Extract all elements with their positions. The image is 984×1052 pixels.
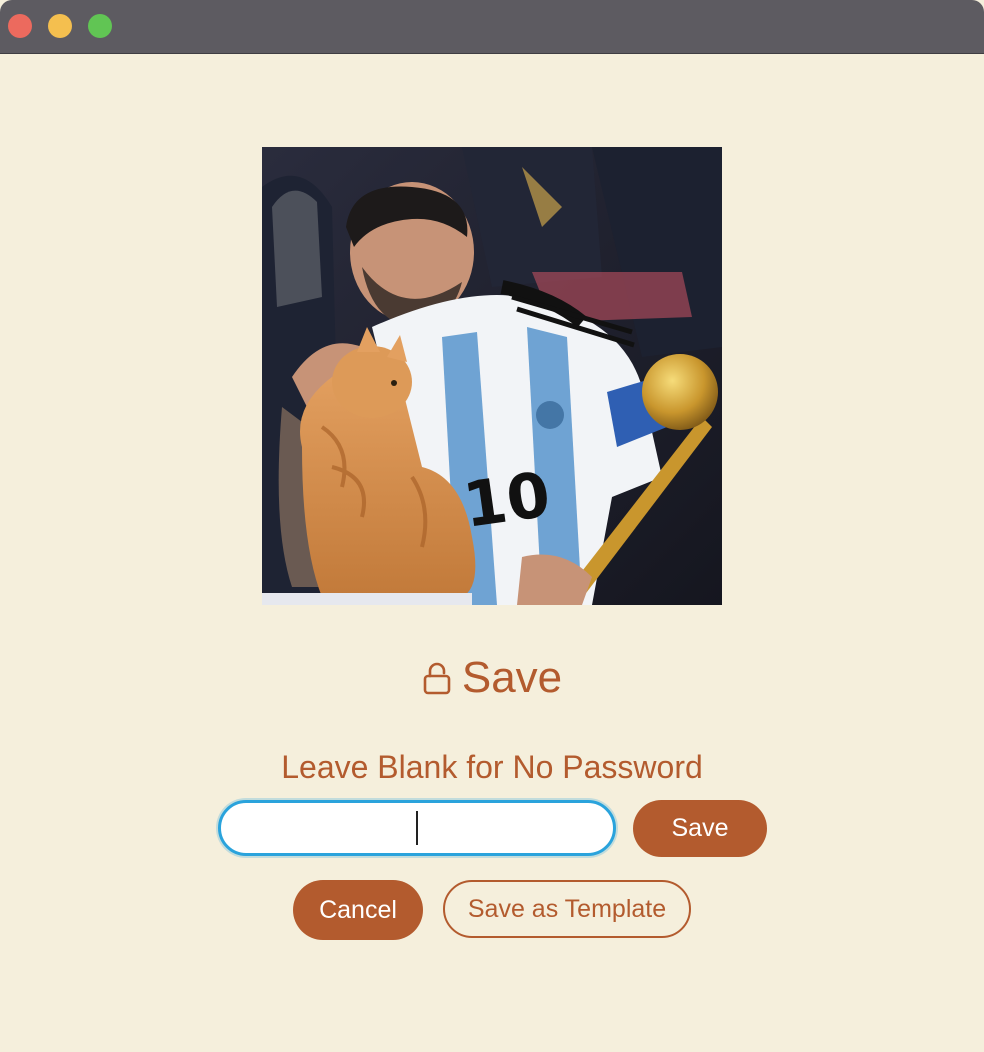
save-as-template-button[interactable]: Save as Template [443,880,691,938]
page-title: Save [461,653,563,702]
lock-icon [423,662,451,695]
dialog-heading: Save [0,648,984,708]
title-bar [0,0,984,54]
preview-image: 10 [262,147,722,605]
cancel-button[interactable]: Cancel [293,880,423,940]
minimize-window-button[interactable] [48,14,72,38]
save-button[interactable]: Save [633,800,767,857]
close-window-button[interactable] [8,14,32,38]
maximize-window-button[interactable] [88,14,112,38]
password-hint: Leave Blank for No Password [281,749,703,785]
text-cursor [416,811,418,845]
jersey-number: 10 [459,458,555,542]
app-window: 10 Save Leave Blank for No Password Save… [0,0,984,1052]
